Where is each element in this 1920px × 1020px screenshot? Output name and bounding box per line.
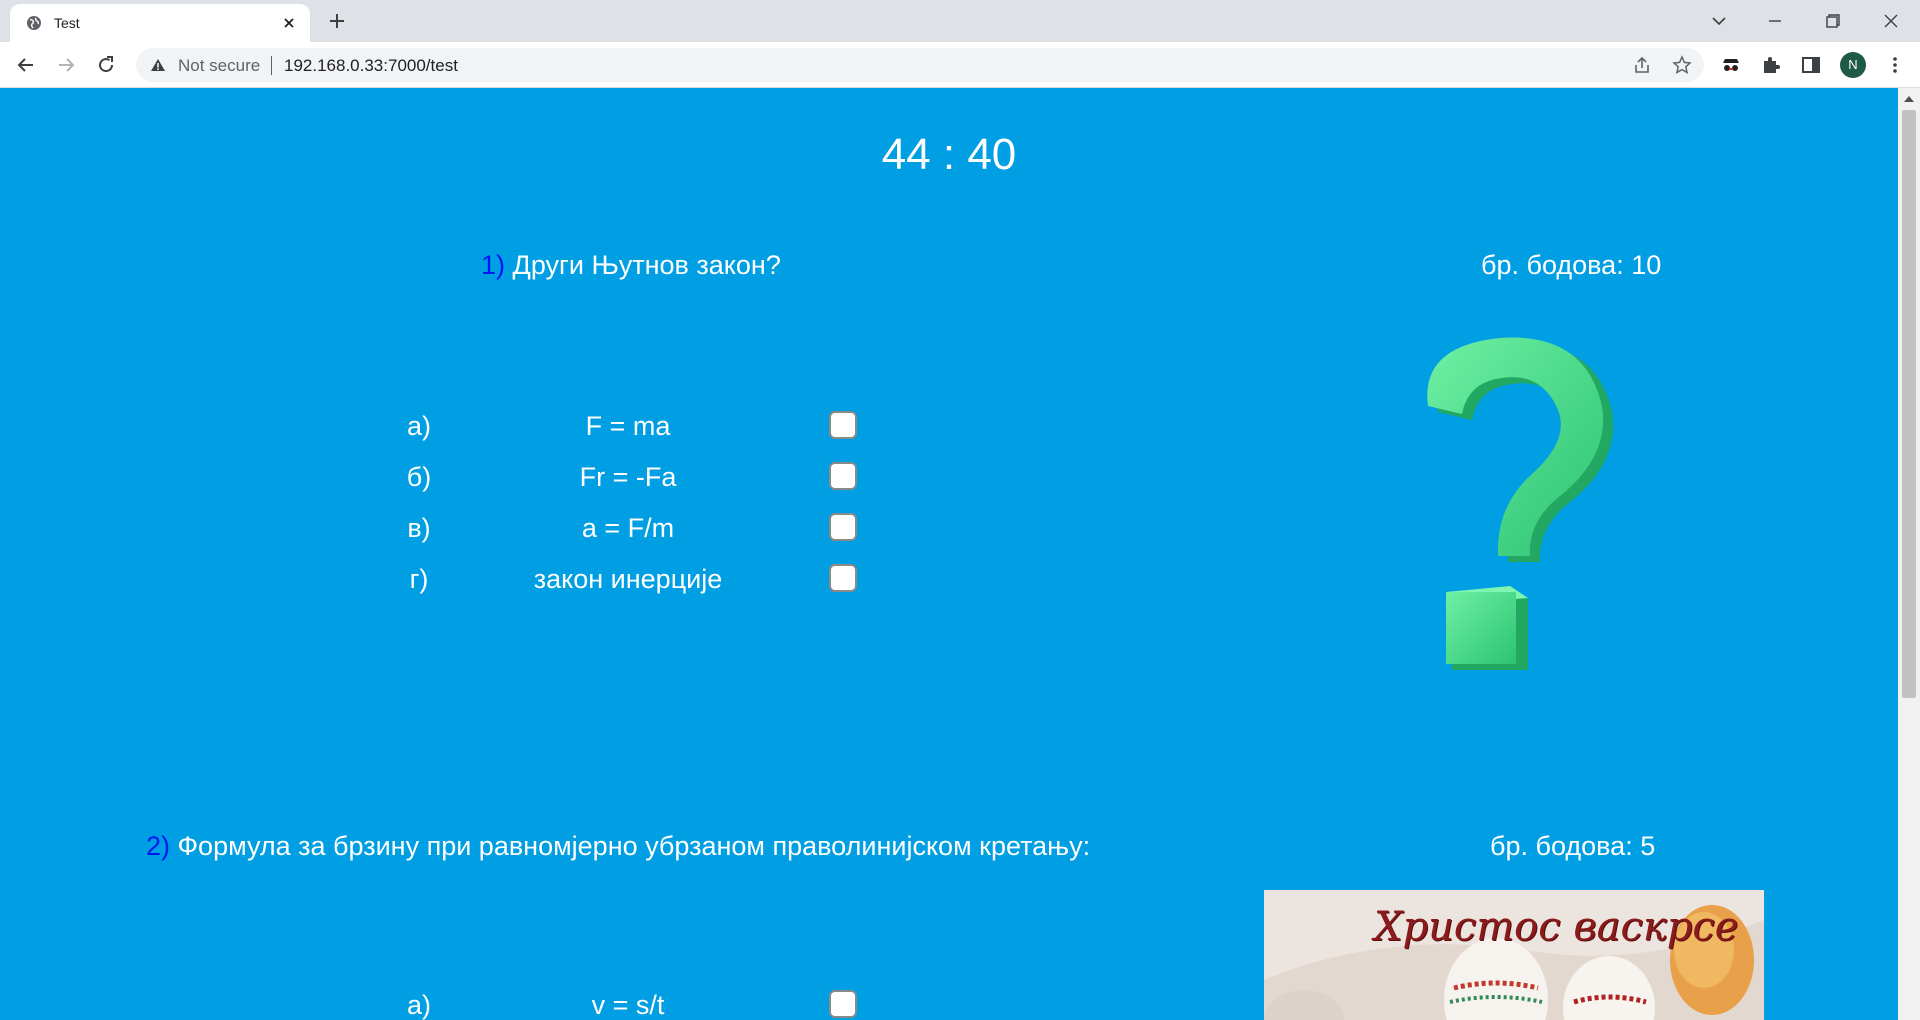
divider <box>271 56 272 75</box>
incognito-extension-icon[interactable] <box>1720 54 1742 76</box>
easter-eggs-image: Христос васкрсе <box>1264 890 1764 1020</box>
answer-letter: г) <box>409 564 429 594</box>
question-2-label: Формула за брзину при равномјерно убрзан… <box>177 831 1091 861</box>
back-icon[interactable] <box>14 53 38 77</box>
answer-checkbox[interactable] <box>829 564 857 592</box>
test-page: 44 : 40 1) Други Њутнов закон? бр. бодов… <box>0 88 1898 1020</box>
close-window-icon[interactable] <box>1878 8 1904 34</box>
question-1-points: бр. бодова: 10 <box>1481 250 1662 280</box>
minimize-icon[interactable] <box>1762 8 1788 34</box>
reload-icon[interactable] <box>94 53 118 77</box>
question-1-number: 1) <box>481 250 506 280</box>
scrollbar-thumb[interactable] <box>1902 110 1916 698</box>
tab-strip: Test <box>0 0 1920 42</box>
restore-icon[interactable] <box>1820 8 1846 34</box>
browser-toolbar: Not secure 192.168.0.33:7000/test N <box>0 42 1920 88</box>
question-2-text: 2) Формула за брзину при равномјерно убр… <box>146 831 1090 862</box>
question-2-number: 2) <box>146 831 171 861</box>
bookmark-star-icon[interactable] <box>1672 55 1692 75</box>
globe-icon <box>27 16 41 30</box>
answer-text: v = s/t <box>591 990 665 1020</box>
answer-checkbox[interactable] <box>829 990 857 1018</box>
profile-avatar[interactable]: N <box>1840 52 1866 78</box>
answer-letter: а) <box>406 411 431 441</box>
address-bar[interactable]: Not secure 192.168.0.33:7000/test <box>136 48 1704 82</box>
close-tab-icon[interactable] <box>280 14 298 32</box>
side-panel-icon[interactable] <box>1800 54 1822 76</box>
answer-letter: а) <box>406 990 431 1020</box>
answer-text: a = F/m <box>581 513 675 543</box>
answer-letter: в) <box>407 513 431 543</box>
answer-checkbox[interactable] <box>829 462 857 490</box>
answer-checkbox[interactable] <box>829 411 857 439</box>
forward-icon[interactable] <box>54 53 78 77</box>
question-mark-icon <box>1427 337 1614 670</box>
answer-letter: б) <box>406 462 432 492</box>
answer-checkbox[interactable] <box>829 513 857 541</box>
question-1-label: Други Њутнов закон? <box>512 250 781 280</box>
easter-caption: Христос васкрсе <box>1374 904 1739 950</box>
new-tab-icon[interactable] <box>326 10 348 32</box>
url-text[interactable]: 192.168.0.33:7000/test <box>284 56 458 76</box>
tab-search-icon[interactable] <box>1706 8 1732 34</box>
scroll-up-arrow-icon[interactable] <box>1904 96 1914 102</box>
browser-tab[interactable]: Test <box>10 4 310 42</box>
menu-kebab-icon[interactable] <box>1884 54 1906 76</box>
page-scrollbar[interactable] <box>1898 88 1920 1020</box>
countdown-timer: 44 : 40 <box>881 130 1017 179</box>
share-icon[interactable] <box>1632 55 1652 75</box>
security-label[interactable]: Not secure <box>178 56 260 76</box>
warning-icon[interactable] <box>150 58 166 72</box>
tab-title: Test <box>54 15 80 31</box>
answer-text: закон инерције <box>533 564 723 594</box>
extensions-puzzle-icon[interactable] <box>1760 54 1782 76</box>
question-2-points: бр. бодова: 5 <box>1490 831 1656 861</box>
answer-text: F = ma <box>585 411 671 441</box>
question-1-text: 1) Други Њутнов закон? <box>481 250 781 281</box>
answer-text: Fr = -Fa <box>579 462 677 492</box>
